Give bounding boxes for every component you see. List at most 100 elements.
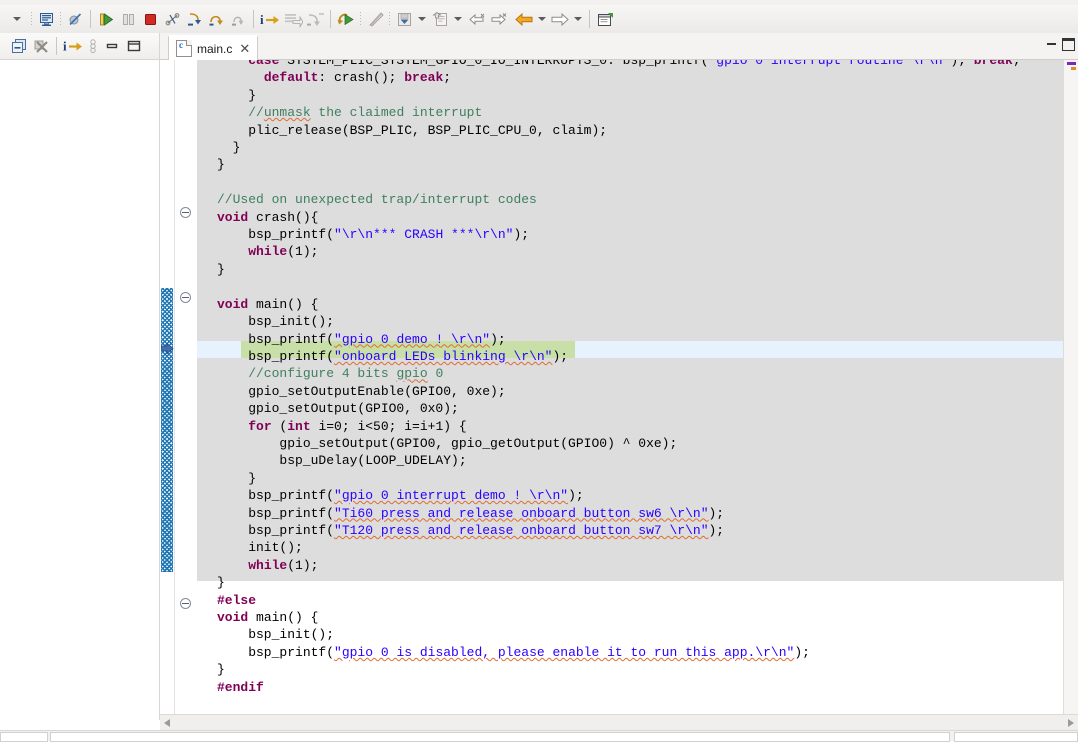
code-editor[interactable]: case SYSTEM_PLIC_SYSTEM_GPIO_0_IO_INTERR… bbox=[160, 60, 1078, 720]
code-token: while bbox=[248, 558, 287, 573]
code-token: bsp_uDelay(LOOP_UDELAY); bbox=[217, 453, 467, 468]
code-token: void bbox=[217, 210, 248, 225]
code-token: "gpio 0 demo ! \r\n" bbox=[334, 332, 490, 347]
step-return-icon[interactable] bbox=[227, 7, 249, 31]
code-token: #endif bbox=[217, 680, 264, 695]
next-annotation-icon[interactable] bbox=[487, 7, 509, 31]
source-code[interactable]: case SYSTEM_PLIC_SYSTEM_GPIO_0_IO_INTERR… bbox=[217, 60, 1021, 696]
instruction-pointer-icon bbox=[161, 342, 174, 355]
code-token: main() { bbox=[248, 610, 318, 625]
editor-horizontal-scrollbar[interactable] bbox=[160, 714, 1078, 730]
chevron-down-icon[interactable] bbox=[535, 7, 549, 31]
remove-all-terminated-icon[interactable] bbox=[30, 34, 52, 58]
collapse-all-icon[interactable] bbox=[8, 34, 30, 58]
editor-maximize-icon[interactable] bbox=[1062, 38, 1075, 51]
suspend-icon[interactable] bbox=[117, 7, 139, 31]
code-token bbox=[217, 558, 248, 573]
editor-vertical-ruler[interactable] bbox=[160, 60, 175, 720]
instruction-stepping-icon[interactable]: i bbox=[61, 34, 85, 58]
new-editor-icon[interactable] bbox=[594, 7, 616, 31]
code-token: ); bbox=[490, 332, 506, 347]
code-token: : crash(); bbox=[318, 70, 404, 85]
code-token bbox=[217, 419, 248, 434]
code-token: bsp_printf( bbox=[217, 488, 334, 503]
back-arrow-icon[interactable] bbox=[513, 7, 535, 31]
scroll-left-arrow-icon[interactable] bbox=[160, 716, 174, 730]
code-token: while bbox=[248, 244, 287, 259]
chevron-down-icon[interactable] bbox=[451, 7, 465, 31]
code-token: default bbox=[264, 70, 319, 85]
code-token: // bbox=[217, 105, 264, 120]
editor-code-area[interactable]: case SYSTEM_PLIC_SYSTEM_GPIO_0_IO_INTERR… bbox=[197, 60, 1078, 720]
code-token: } bbox=[217, 471, 256, 486]
code-token: //configure 4 bits bbox=[217, 366, 396, 381]
code-token: unmask bbox=[264, 105, 311, 120]
code-token: ; bbox=[1013, 60, 1021, 68]
code-token: bsp_init(); bbox=[217, 627, 334, 642]
code-token: void bbox=[217, 610, 248, 625]
code-token: ); bbox=[950, 60, 973, 68]
code-token: "\r\n*** CRASH ***\r\n" bbox=[334, 227, 513, 242]
editor-tab-label: main.c bbox=[197, 42, 232, 56]
code-token: void bbox=[217, 297, 248, 312]
code-token: gpio_setOutput(GPIO0, gpio_getOutput(GPI… bbox=[217, 436, 677, 451]
editor-tab-main-c[interactable]: main.c ✕ bbox=[168, 35, 258, 60]
toolbar-separator bbox=[90, 10, 91, 28]
code-token: ( bbox=[272, 419, 288, 434]
maximize-icon[interactable] bbox=[123, 34, 145, 58]
overview-marker bbox=[1071, 67, 1076, 70]
code-token: "Ti60 press and release onboard button s… bbox=[334, 506, 708, 521]
chevron-down-icon[interactable] bbox=[571, 7, 585, 31]
code-token: (1); bbox=[287, 244, 318, 259]
code-token: case bbox=[217, 60, 287, 68]
eclipse-ide-window: i bbox=[0, 0, 1078, 741]
code-token: bsp_printf( bbox=[217, 506, 334, 521]
left-view-panel[interactable]: ) bbox=[0, 60, 160, 720]
code-token: bsp_printf( bbox=[217, 227, 334, 242]
editor-overview-ruler[interactable] bbox=[1063, 60, 1078, 720]
minimize-icon[interactable] bbox=[101, 34, 123, 58]
svg-text:i: i bbox=[63, 39, 67, 54]
code-token: gpio_setOutput(GPIO0, 0x0); bbox=[217, 401, 459, 416]
open-type-icon[interactable] bbox=[429, 7, 451, 31]
save-icon[interactable] bbox=[393, 7, 415, 31]
code-token: crash(){ bbox=[248, 210, 318, 225]
scroll-right-arrow-icon[interactable] bbox=[1064, 716, 1078, 730]
skip-all-breakpoints-icon[interactable] bbox=[64, 7, 86, 31]
build-icon[interactable] bbox=[364, 7, 386, 31]
run-icon[interactable] bbox=[335, 7, 357, 31]
chevron-down-icon[interactable] bbox=[415, 7, 429, 31]
code-token: bsp_printf( bbox=[217, 332, 334, 347]
instruction-stepping-icon[interactable]: i bbox=[258, 7, 282, 31]
code-token: ; bbox=[443, 70, 451, 85]
editor-minimize-icon[interactable] bbox=[1047, 41, 1056, 45]
editor-folding-ruler[interactable] bbox=[175, 60, 197, 720]
code-token: main() { bbox=[248, 297, 318, 312]
new-window-icon[interactable] bbox=[35, 7, 57, 31]
resume-icon[interactable] bbox=[95, 7, 117, 31]
fold-toggle-icon[interactable] bbox=[180, 207, 191, 218]
disconnect-icon[interactable] bbox=[161, 7, 183, 31]
svg-text:i: i bbox=[260, 12, 264, 27]
drop-to-frame-icon[interactable] bbox=[282, 7, 304, 31]
step-over-icon[interactable] bbox=[205, 7, 227, 31]
fold-toggle-icon[interactable] bbox=[180, 292, 191, 303]
forward-arrow-icon[interactable] bbox=[549, 7, 571, 31]
fold-toggle-icon[interactable] bbox=[180, 598, 191, 609]
secondary-row: i bbox=[0, 33, 1078, 60]
code-token: ); bbox=[794, 645, 810, 660]
terminate-icon[interactable] bbox=[139, 7, 161, 31]
step-into-icon[interactable] bbox=[183, 7, 205, 31]
toolbar-dot-separator bbox=[30, 11, 33, 27]
partial-clipped-glyph: ) bbox=[0, 101, 1, 117]
view-menu-icon[interactable] bbox=[85, 34, 101, 58]
change-bar-marker bbox=[161, 288, 173, 572]
close-icon[interactable]: ✕ bbox=[239, 42, 250, 55]
previous-annotation-icon[interactable] bbox=[465, 7, 487, 31]
code-token: bsp_printf( bbox=[217, 645, 334, 660]
chevron-down-icon[interactable] bbox=[6, 7, 28, 31]
code-token: i=0; i<50; i=i+1) { bbox=[311, 419, 467, 434]
step-filters-icon[interactable] bbox=[304, 7, 326, 31]
code-token: } bbox=[217, 262, 225, 277]
bottom-status-strip bbox=[0, 730, 1078, 741]
